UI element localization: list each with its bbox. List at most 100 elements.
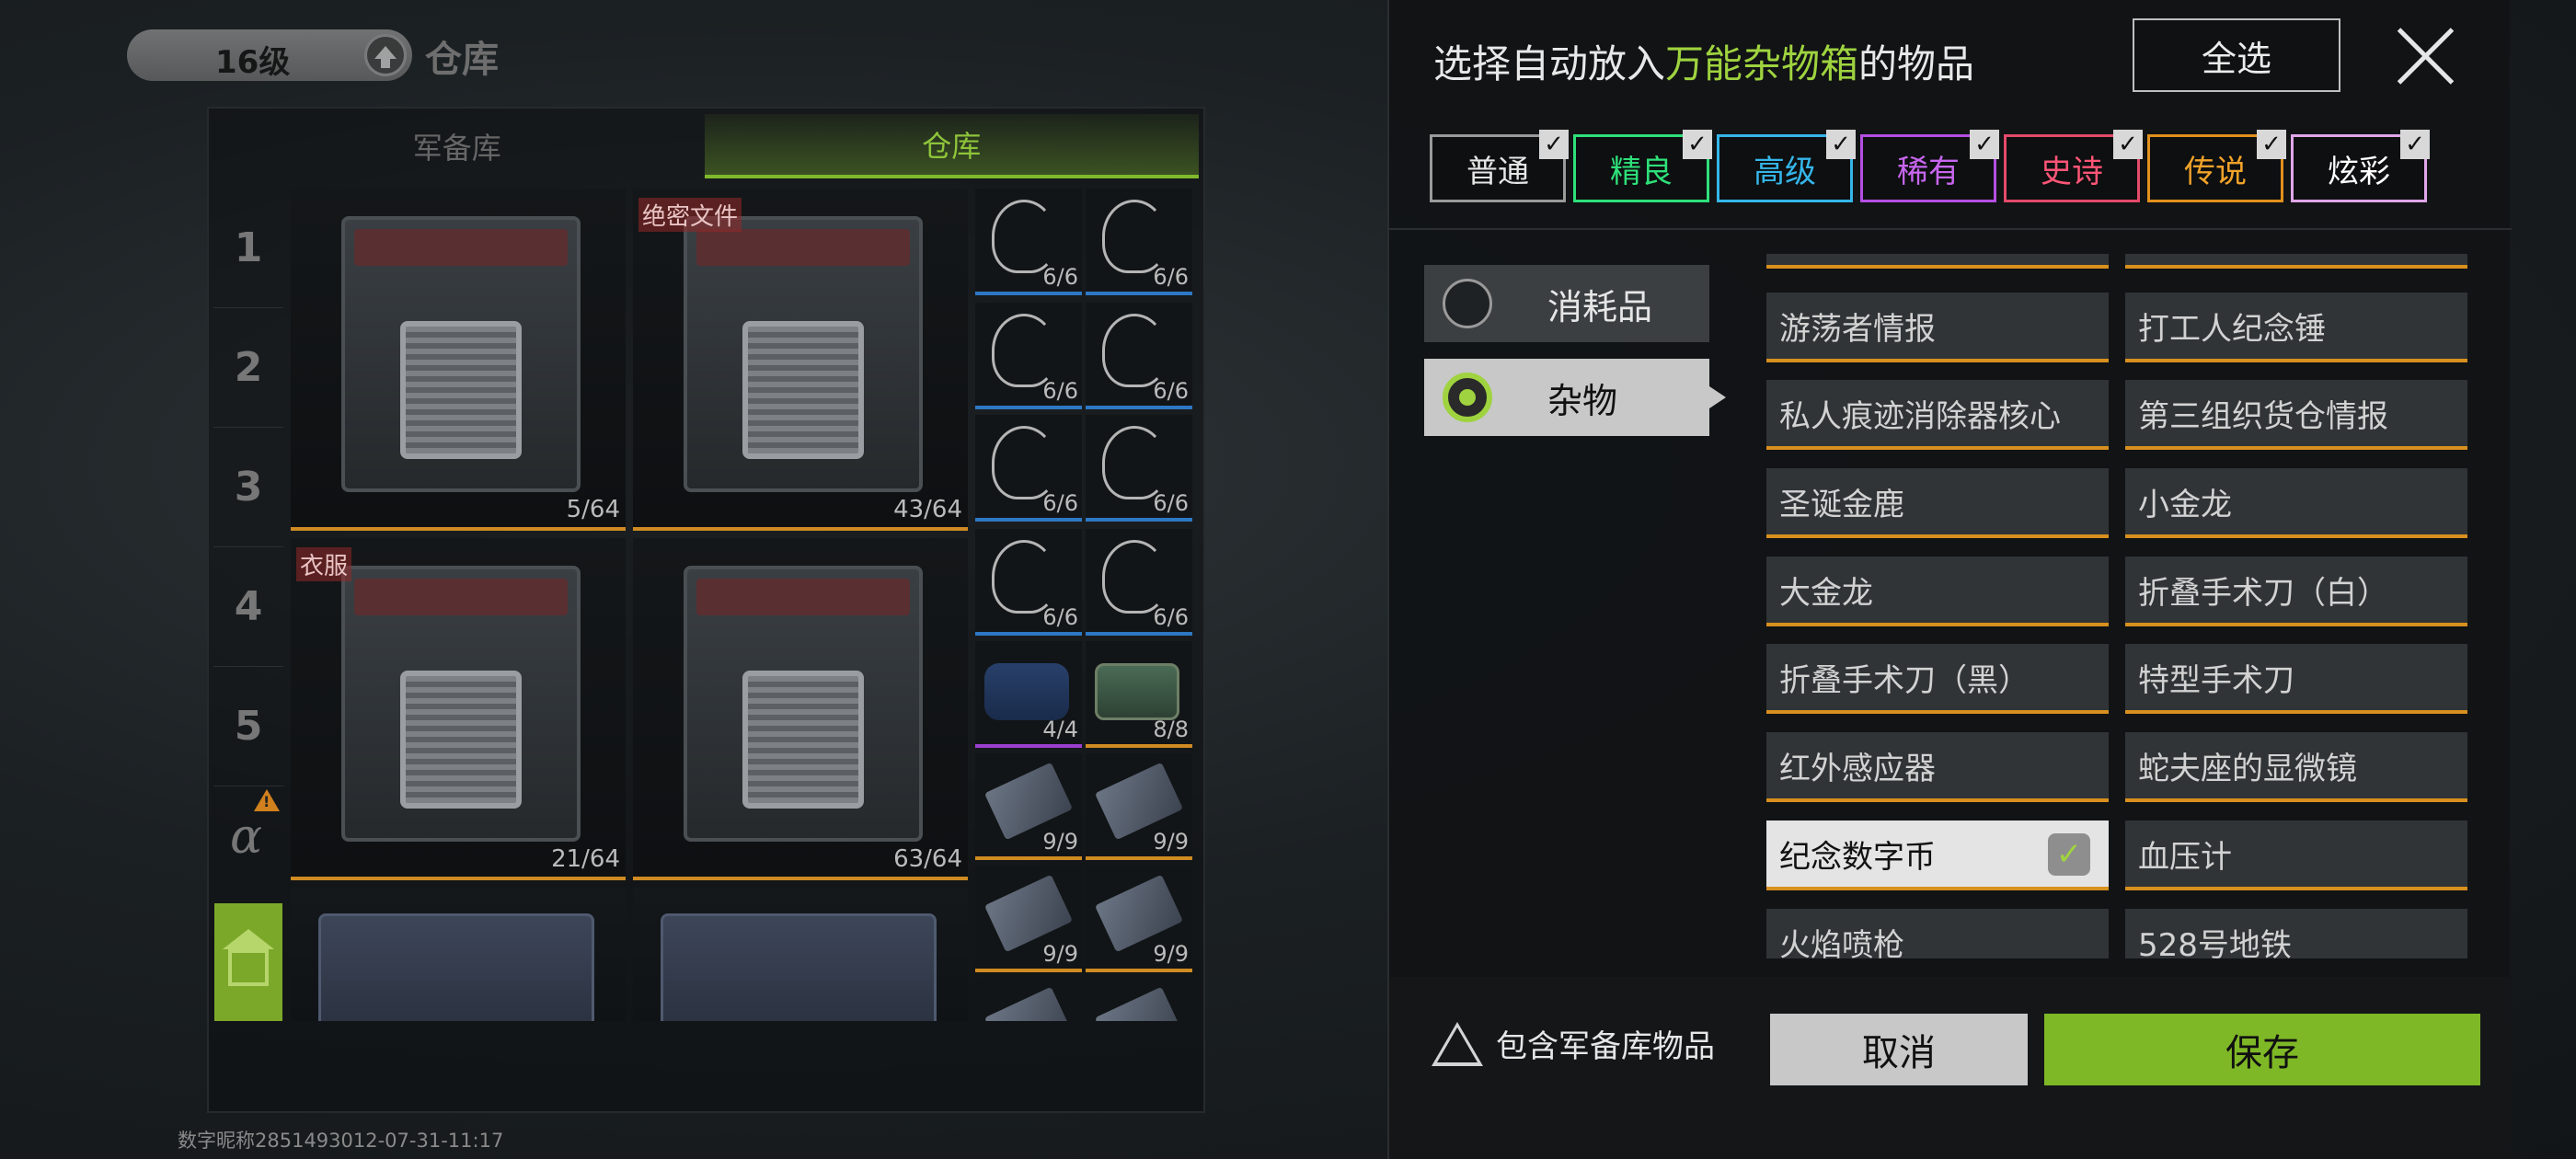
radio-selected-icon: [1443, 373, 1492, 422]
case-icon: [318, 913, 594, 1021]
rarity-filter-common[interactable]: 普通 ✓: [1430, 130, 1569, 202]
warning-icon: [254, 789, 280, 811]
storage-case[interactable]: [633, 888, 968, 1021]
crate-count: 21/64: [551, 845, 620, 873]
crate-icon: [341, 566, 581, 842]
list-item[interactable]: 折叠手术刀（黑）: [1766, 644, 2109, 714]
storage-crate[interactable]: 衣服 21/64: [291, 538, 626, 880]
list-item[interactable]: 私人痕迹消除器核心: [1766, 380, 2109, 450]
case-icon: [661, 913, 937, 1021]
list-item[interactable]: 小金龙: [2125, 468, 2467, 538]
item-slot[interactable]: 6/6: [1086, 189, 1192, 295]
upgrade-arrow-icon[interactable]: [364, 34, 407, 76]
item-slot[interactable]: 6/6: [975, 189, 1082, 295]
rarity-filter-advanced[interactable]: 高级 ✓: [1717, 130, 1856, 202]
storage-crate[interactable]: 绝密文件 43/64: [633, 189, 968, 531]
checkbox-icon: ✓: [2257, 130, 2286, 159]
crate-icon: [684, 216, 923, 492]
crate-count: 63/64: [893, 845, 962, 873]
list-item[interactable]: 火焰喷枪: [1766, 909, 2109, 958]
rarity-filter-rare[interactable]: 稀有 ✓: [1860, 130, 1999, 202]
item-slot[interactable]: 9/9: [1086, 866, 1192, 972]
list-item[interactable]: 大金龙: [1766, 557, 2109, 626]
checkbox-icon: ✓: [1539, 130, 1569, 159]
row-index-4[interactable]: 4: [213, 547, 283, 667]
list-item-selected[interactable]: 纪念数字币 ✓: [1766, 820, 2109, 890]
card-icon: [983, 986, 1074, 1021]
checked-hand-icon: ✓: [2048, 833, 2090, 876]
rarity-filter-dazzling[interactable]: 炫彩 ✓: [2291, 130, 2430, 202]
rarity-filter-epic[interactable]: 史诗 ✓: [2004, 130, 2143, 202]
carabiner-icon: [992, 314, 1056, 387]
storage-tabs: 军备库 仓库: [210, 114, 1199, 178]
crate-tag: 衣服: [296, 547, 352, 581]
list-item[interactable]: 打工人纪念锤: [2125, 293, 2467, 362]
list-item[interactable]: 特型手术刀: [2125, 644, 2467, 714]
list-item[interactable]: 折叠手术刀（白）: [2125, 557, 2467, 626]
checkbox-icon: ✓: [1970, 130, 1999, 159]
cancel-button[interactable]: 取消: [1770, 1014, 2028, 1085]
row-index-1[interactable]: 1: [213, 189, 283, 308]
row-index-5[interactable]: 5: [213, 667, 283, 786]
item-list[interactable]: 游荡者情报 打工人纪念锤 私人痕迹消除器核心 第三组织货仓情报 圣诞金鹿 小金龙…: [1766, 254, 2484, 958]
item-slot[interactable]: [975, 978, 1082, 1021]
carabiner-icon: [992, 540, 1056, 614]
rarity-filter-legendary[interactable]: 传说 ✓: [2147, 130, 2286, 202]
storage-crate[interactable]: 5/64: [291, 189, 626, 531]
tab-armory[interactable]: 军备库: [210, 114, 705, 178]
checkbox-icon: ✓: [1683, 130, 1712, 159]
checkbox-icon: ✓: [1826, 130, 1856, 159]
category-consumables[interactable]: 消耗品: [1424, 265, 1709, 342]
list-item[interactable]: 圣诞金鹿: [1766, 468, 2109, 538]
tab-warehouse[interactable]: 仓库: [704, 114, 1199, 178]
divider: [1389, 228, 2512, 230]
carabiner-icon: [1102, 540, 1167, 614]
list-item[interactable]: [1766, 254, 2109, 269]
list-item[interactable]: 游荡者情报: [1766, 293, 2109, 362]
select-all-button[interactable]: 全选: [2133, 18, 2340, 92]
list-item[interactable]: 蛇夫座的显微镜: [2125, 732, 2467, 802]
item-slot[interactable]: [1086, 978, 1192, 1021]
item-slot[interactable]: 8/8: [1086, 641, 1192, 748]
rarity-filter-fine[interactable]: 精良 ✓: [1573, 130, 1712, 202]
triangle-checkbox-icon: [1432, 1021, 1483, 1066]
item-slot[interactable]: 9/9: [975, 866, 1082, 972]
list-item[interactable]: [2125, 254, 2467, 269]
storage-crate[interactable]: 63/64: [633, 538, 968, 880]
item-slot[interactable]: 9/9: [1086, 753, 1192, 860]
bag-icon: [984, 663, 1069, 720]
list-item[interactable]: 血压计: [2125, 820, 2467, 890]
player-id-watermark: 数字昵称2851493012-07-31-11:17: [178, 1130, 504, 1152]
category-misc[interactable]: 杂物: [1424, 359, 1726, 436]
crate-tag: 绝密文件: [638, 198, 742, 232]
carabiner-icon: [992, 426, 1056, 499]
row-index-3[interactable]: 3: [213, 428, 283, 547]
card-icon: [1094, 986, 1184, 1021]
row-index-2[interactable]: 2: [213, 308, 283, 428]
list-item[interactable]: 528号地铁: [2125, 909, 2467, 958]
save-button[interactable]: 保存: [2044, 1014, 2480, 1085]
crate-count: 43/64: [893, 496, 962, 523]
include-armory-toggle[interactable]: 包含军备库物品: [1432, 1021, 1715, 1066]
auto-sort-dialog: 选择自动放入万能杂物箱的物品 全选 普通 ✓ 精良 ✓ 高级 ✓ 稀有 ✓ 史诗 ✓ 传说…: [1387, 0, 2512, 1159]
storage-grid: 5/64 绝密文件 43/64 衣服 21/64 63/64 6/6 6/6 6…: [291, 189, 1197, 1021]
item-slot[interactable]: 4/4: [975, 641, 1082, 748]
item-slot[interactable]: 9/9: [975, 753, 1082, 860]
page-title: 仓库: [425, 39, 499, 81]
dialog-title: 选择自动放入万能杂物箱的物品: [1433, 41, 1975, 86]
item-slot[interactable]: 6/6: [975, 529, 1082, 636]
list-item[interactable]: 红外感应器: [1766, 732, 2109, 802]
carabiner-icon: [1102, 200, 1167, 273]
close-icon[interactable]: [2390, 22, 2460, 92]
alpha-row-label[interactable]: α: [230, 809, 262, 865]
item-slot[interactable]: 6/6: [1086, 415, 1192, 522]
storage-case[interactable]: [291, 888, 626, 1021]
item-slot[interactable]: 6/6: [975, 415, 1082, 522]
item-slot[interactable]: 6/6: [1086, 303, 1192, 409]
home-storage-tab[interactable]: [214, 903, 282, 1021]
item-slot[interactable]: 6/6: [1086, 529, 1192, 636]
house-icon: [223, 929, 274, 986]
item-slot[interactable]: 6/6: [975, 303, 1082, 409]
level-text: 16级: [215, 44, 291, 81]
list-item[interactable]: 第三组织货仓情报: [2125, 380, 2467, 450]
